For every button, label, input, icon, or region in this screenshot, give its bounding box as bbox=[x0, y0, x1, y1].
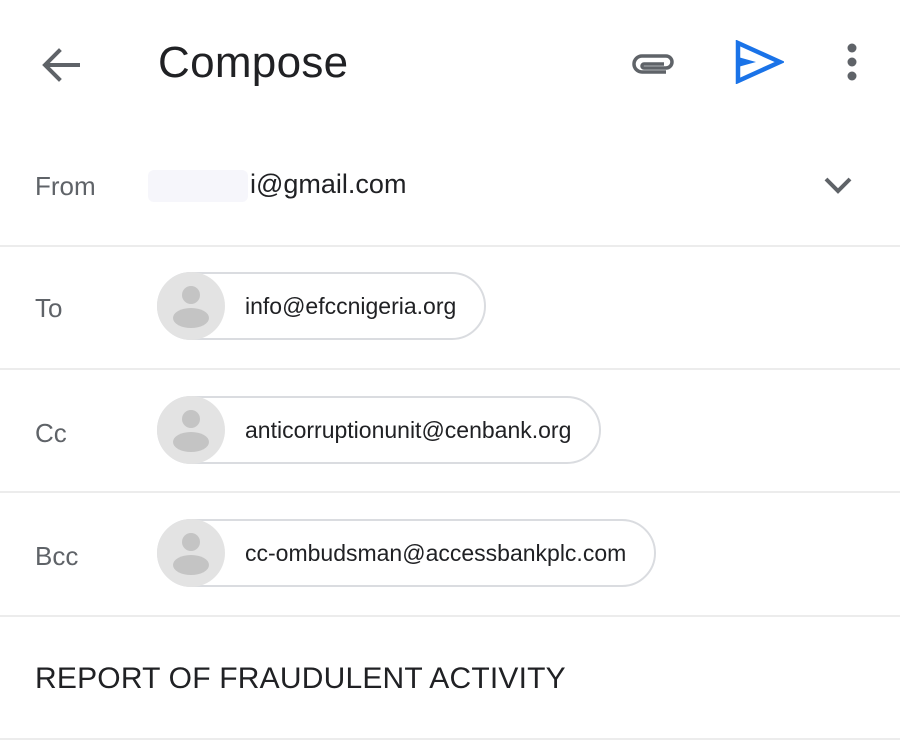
more-vert-icon bbox=[847, 43, 857, 81]
redacted-region bbox=[148, 169, 248, 202]
person-icon bbox=[173, 286, 209, 328]
bcc-label: Bcc bbox=[35, 541, 79, 571]
bcc-row: Bcc cc-ombudsman@accessbankplc.com bbox=[0, 493, 900, 617]
avatar bbox=[157, 272, 225, 340]
chevron-down-icon bbox=[824, 177, 852, 194]
from-email: i@gmail.com bbox=[250, 169, 407, 199]
cc-row: Cc anticorruptionunit@cenbank.org bbox=[0, 370, 900, 493]
from-label: From bbox=[35, 171, 96, 201]
recipient-chip[interactable]: anticorruptionunit@cenbank.org bbox=[157, 396, 602, 464]
attach-button[interactable] bbox=[628, 46, 680, 82]
to-row: To info@efccnigeria.org bbox=[0, 247, 900, 370]
recipient-email: info@efccnigeria.org bbox=[245, 292, 457, 319]
from-row: From i@gmail.com bbox=[0, 125, 900, 247]
send-icon bbox=[735, 39, 786, 85]
person-icon bbox=[173, 410, 209, 452]
divider bbox=[0, 738, 900, 740]
page-title: Compose bbox=[158, 38, 349, 87]
send-button[interactable] bbox=[734, 39, 786, 85]
person-icon bbox=[173, 533, 209, 575]
back-button[interactable] bbox=[38, 42, 84, 88]
arrow-back-icon bbox=[42, 48, 80, 82]
avatar bbox=[157, 396, 225, 464]
avatar bbox=[157, 519, 225, 587]
to-label: To bbox=[35, 293, 63, 323]
paperclip-icon bbox=[632, 54, 674, 74]
from-dropdown-button[interactable] bbox=[820, 173, 856, 197]
subject-field[interactable]: REPORT OF FRAUDULENT ACTIVITY bbox=[35, 662, 566, 696]
recipient-chip[interactable]: info@efccnigeria.org bbox=[157, 272, 487, 340]
recipient-chip[interactable]: cc-ombudsman@accessbankplc.com bbox=[157, 519, 657, 587]
app-bar: Compose bbox=[0, 0, 900, 125]
recipient-email: anticorruptionunit@cenbank.org bbox=[245, 416, 572, 443]
cc-label: Cc bbox=[35, 418, 67, 448]
more-options-button[interactable] bbox=[836, 40, 868, 86]
from-account[interactable]: i@gmail.com bbox=[148, 169, 406, 202]
recipient-email: cc-ombudsman@accessbankplc.com bbox=[245, 539, 627, 566]
